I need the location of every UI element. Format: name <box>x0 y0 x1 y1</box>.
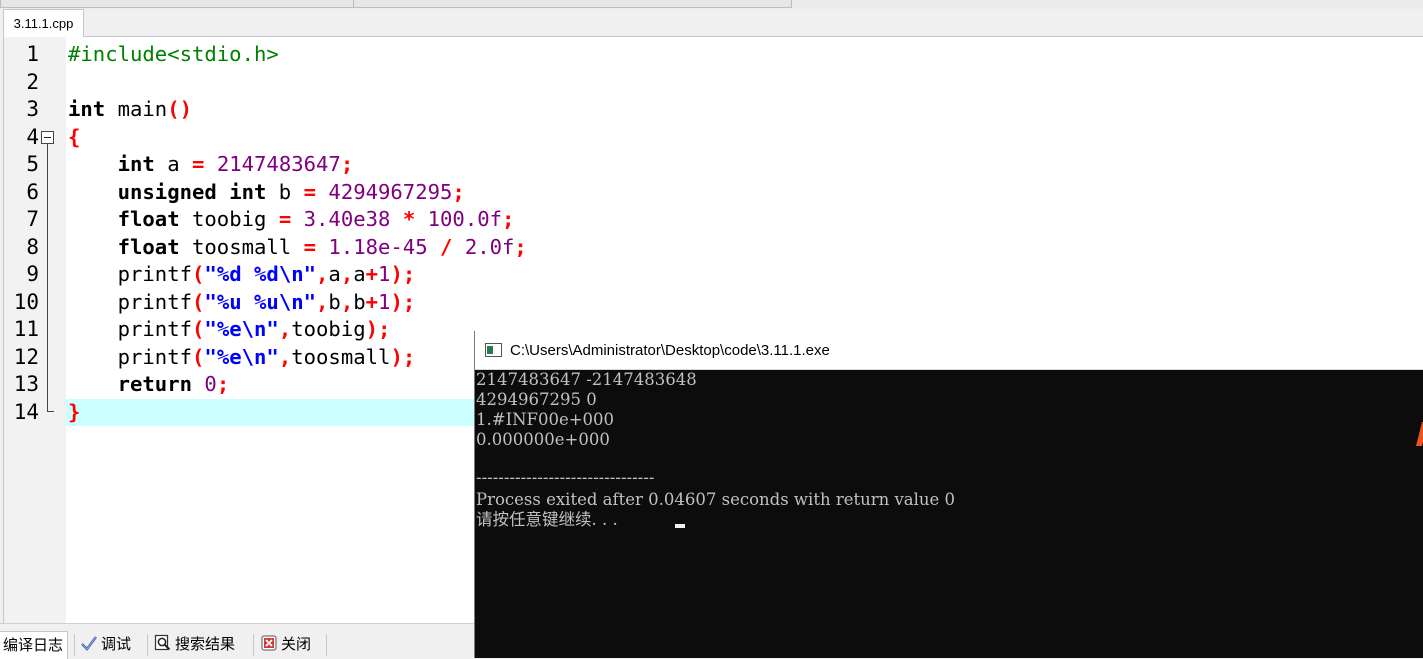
console-cursor <box>675 524 685 528</box>
tab-debug-label: 调试 <box>101 635 132 653</box>
line-number: 11 <box>13 317 39 341</box>
fold-guide <box>47 316 48 344</box>
fold-collapse-icon[interactable] <box>41 130 54 144</box>
tab-separator <box>74 634 75 656</box>
line-number: 14 <box>13 399 39 424</box>
fold-guide <box>47 288 48 317</box>
tab-separator <box>147 634 148 656</box>
code-line: 2 <box>4 69 1423 97</box>
code-text: { <box>68 124 81 149</box>
fold-guide <box>47 233 48 262</box>
code-line: 4 { <box>4 124 1423 152</box>
line-number: 5 <box>26 152 39 176</box>
code-text: unsigned int b = 4294967295; <box>117 179 465 204</box>
code-line: 6 unsigned int b = 4294967295; <box>4 178 1423 207</box>
console-window[interactable]: C:\Users\Administrator\Desktop\code\3.11… <box>474 331 1423 658</box>
code-line: 3 int main() <box>4 96 1423 124</box>
code-text: #include<stdio.h> <box>68 42 279 66</box>
fold-guide <box>47 343 48 372</box>
tab-compile-log[interactable]: 编译日志 <box>0 631 69 659</box>
console-line: 0.000000e+000 <box>476 430 610 449</box>
code-text: int main() <box>68 97 193 121</box>
fold-end-marker <box>47 398 54 412</box>
console-window-title: C:\Users\Administrator\Desktop\code\3.11… <box>510 342 830 359</box>
line-number: 2 <box>26 69 39 94</box>
code-line: 7 float toobig = 3.40e38 * 100.0f; <box>4 206 1423 234</box>
code-text: } <box>68 399 81 424</box>
console-line: 1.#INF00e+000 <box>476 410 615 429</box>
code-text: printf("%d %d\n",a,a+1); <box>117 262 416 286</box>
line-number: 9 <box>26 262 39 286</box>
console-edge-marker <box>1416 422 1423 446</box>
line-number: 3 <box>26 97 39 121</box>
code-text: float toobig = 3.40e38 * 100.0f; <box>117 207 515 231</box>
line-number: 13 <box>13 372 39 396</box>
tab-compile-log-label: 编译日志 <box>3 636 64 654</box>
toolbar-segment <box>353 0 792 8</box>
code-line: 8 float toosmall = 1.18e-45 / 2.0f; <box>4 233 1423 262</box>
console-line: 请按任意键继续. . . <box>476 510 623 529</box>
line-number: 8 <box>26 234 39 259</box>
fold-guide <box>47 206 48 234</box>
line-number: 1 <box>26 42 39 66</box>
line-number: 12 <box>13 344 39 369</box>
line-number: 4 <box>26 124 39 149</box>
code-text: float toosmall = 1.18e-45 / 2.0f; <box>117 234 527 259</box>
tab-separator <box>253 634 254 656</box>
close-icon <box>261 635 277 651</box>
code-text: printf("%e\n",toobig); <box>117 317 391 341</box>
code-text: printf("%e\n",toosmall); <box>117 344 416 369</box>
fold-guide <box>47 371 48 399</box>
code-text: printf("%u %u\n",b,b+1); <box>117 289 416 314</box>
top-toolbar-strip <box>0 0 1423 9</box>
tab-search-results-label: 搜索结果 <box>175 635 236 653</box>
code-line: 1 #include<stdio.h> <box>4 41 1423 69</box>
line-number: 7 <box>26 207 39 231</box>
code-text: return 0; <box>117 372 230 396</box>
code-line: 10 printf("%u %u\n",b,b+1); <box>4 288 1423 317</box>
console-title-bar[interactable]: C:\Users\Administrator\Desktop\code\3.11… <box>475 331 1423 370</box>
search-results-icon <box>154 634 171 651</box>
fold-guide <box>47 151 48 179</box>
line-number: 6 <box>26 179 39 204</box>
code-line: 9 printf("%d %d\n",a,a+1); <box>4 261 1423 289</box>
tab-close-label: 关闭 <box>281 635 312 653</box>
line-number: 10 <box>13 289 39 314</box>
console-line: 2147483647 -2147483648 <box>476 370 697 389</box>
console-line: -------------------------------- <box>476 468 655 487</box>
editor-tab-file[interactable]: 3.11.1.cpp <box>3 9 84 37</box>
tab-close[interactable]: 关闭 <box>256 631 315 659</box>
fold-guide <box>47 178 48 207</box>
tab-separator <box>326 634 327 656</box>
debug-check-icon <box>81 636 97 651</box>
code-line: 5 int a = 2147483647; <box>4 151 1423 179</box>
fold-guide <box>47 261 48 289</box>
code-text: int a = 2147483647; <box>117 152 354 176</box>
code-line-gutter: 14 <box>4 398 66 427</box>
tab-debug[interactable]: 调试 <box>76 631 135 659</box>
console-app-icon <box>485 343 502 357</box>
tab-search-results[interactable]: 搜索结果 <box>150 631 239 659</box>
toolbar-segment <box>0 0 354 8</box>
console-output: 2147483647 -2147483648 4294967295 0 1.#I… <box>475 370 1423 658</box>
console-line: 4294967295 0 <box>476 390 597 409</box>
console-line: Process exited after 0.04607 seconds wit… <box>476 490 956 509</box>
